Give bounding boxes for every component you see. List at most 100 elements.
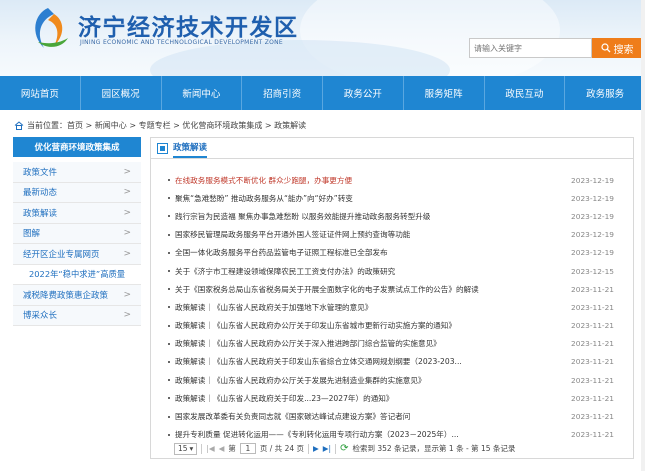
nav-item-services-matrix[interactable]: 服务矩阵	[404, 76, 485, 110]
logo-emblem-icon[interactable]	[24, 4, 72, 54]
search-input[interactable]	[469, 38, 592, 58]
news-title: 提升专利质量 促进转化运用——《专利转化运用专项行动方案（2023－2025年）…	[168, 429, 459, 440]
list-item[interactable]: 政策解读｜《山东省人民政府办公厅关于发展先进制造业集群的实施意见》 2023-11…	[168, 371, 614, 389]
news-title: 聚焦“急难愁盼” 推动政务服务从“能办”向“好办”转变	[168, 193, 353, 204]
news-title-text[interactable]: 政策解读｜《山东省人民政府办公厅关于印发山东省城市更新行动实施方案的通知》	[175, 320, 456, 331]
sidebar-item-latest[interactable]: 最新动态 >	[13, 182, 141, 203]
bullet-icon	[168, 360, 170, 363]
news-date: 2023-12-19	[571, 175, 614, 185]
list-item[interactable]: 聚焦“急难愁盼” 推动政务服务从“能办”向“好办”转变 2023-12-19	[168, 189, 614, 207]
list-item[interactable]: 在线政务服务模式不断优化 群众少跑腿，办事更方便 2023-12-19	[168, 171, 614, 189]
breadcrumb-text[interactable]: 当前位置：首页 > 新闻中心 > 专题专栏 > 优化营商环境政策集成 > 政策解…	[27, 120, 306, 131]
list-item[interactable]: 政策解读｜《山东省人民政府关于印发山东省综合立体交通网规划纲要（2023-203…	[168, 353, 614, 371]
nav-item-news[interactable]: 新闻中心	[162, 76, 243, 110]
nav-item-home[interactable]: 网站首页	[0, 76, 81, 110]
next-page-icon[interactable]: ▶	[313, 444, 319, 453]
sidebar-item-interpretation[interactable]: 政策解读 >	[13, 203, 141, 224]
news-title-text[interactable]: 关于《济宁市工程建设领域保障农民工工资支付办法》的政策研究	[175, 266, 395, 277]
sidebar-item-enterprise-pages[interactable]: 经开区企业专属网页 >	[13, 244, 141, 265]
page-total: 页 / 共 24 页	[259, 444, 304, 453]
bullet-icon	[168, 433, 170, 436]
chevron-right-icon: >	[123, 166, 131, 177]
news-title-text[interactable]: 政策解读｜《山东省人民政府办公厅关于发展先进制造业集群的实施意见》	[175, 375, 426, 386]
news-date: 2023-11-21	[571, 375, 614, 385]
news-title-text[interactable]: 聚焦“急难愁盼” 推动政务服务从“能办”向“好办”转变	[175, 193, 353, 204]
news-title: 政策解读｜《山东省人民政府关于印发山东省综合立体交通网规划纲要（2023-203…	[168, 356, 462, 367]
news-title-text[interactable]: 全国一体化政务服务平台药品监管电子证照工程标准已全部发布	[175, 247, 388, 258]
bullet-icon	[168, 270, 170, 273]
sidebar-item-label: 经开区企业专属网页	[23, 249, 100, 260]
news-title: 政策解读｜《山东省人民政府关于加强地下水管理的意见》	[168, 302, 372, 313]
news-date: 2023-12-19	[571, 230, 614, 240]
list-item[interactable]: 政策解读｜《山东省人民政府办公厅关于印发山东省城市更新行动实施方案的通知》 202…	[168, 317, 614, 335]
last-page-icon[interactable]: ▶|	[323, 444, 331, 453]
divider	[335, 443, 337, 454]
list-item[interactable]: 践行宗旨为民造福 聚焦办事急难愁盼 以服务效能提升推动政务服务转型升级 2023-…	[168, 207, 614, 225]
news-title-text[interactable]: 践行宗旨为民造福 聚焦办事急难愁盼 以服务效能提升推动政务服务转型升级	[175, 211, 430, 222]
sidebar-item-tax-relief[interactable]: 减税降费政策惠企政策 >	[13, 285, 141, 306]
list-item[interactable]: 关于《国家税务总局山东省税务局关于开展全面数字化的电子发票试点工作的公告》的解读…	[168, 280, 614, 298]
news-title-text[interactable]: 在线政务服务模式不断优化 群众少跑腿，办事更方便	[175, 175, 352, 186]
nav-item-investment[interactable]: 招商引资	[242, 76, 323, 110]
news-date: 2023-11-21	[571, 412, 614, 422]
chevron-right-icon: >	[123, 289, 131, 300]
breadcrumb: 当前位置：首页 > 新闻中心 > 专题专栏 > 优化营商环境政策集成 > 政策解…	[14, 120, 306, 131]
news-title-text[interactable]: 关于《国家税务总局山东省税务局关于开展全面数字化的电子发票试点工作的公告》的解读	[175, 284, 479, 295]
site-title[interactable]: 济宁经济技术开发区	[78, 8, 299, 42]
news-title: 践行宗旨为民造福 聚焦办事急难愁盼 以服务效能提升推动政务服务转型升级	[168, 211, 430, 222]
news-title-text[interactable]: 国家发展改革委有关负责同志就《国家碳达峰试点建设方案》答记者问	[175, 411, 410, 422]
sidebar-item-label: 最新动态	[23, 188, 58, 199]
news-title: 国家发展改革委有关负责同志就《国家碳达峰试点建设方案》答记者问	[168, 411, 410, 422]
news-date: 2023-11-21	[571, 357, 614, 367]
news-title: 在线政务服务模式不断优化 群众少跑腿，办事更方便	[168, 175, 352, 186]
list-item[interactable]: 政策解读｜《山东省人民政府办公厅关于深入推进跨部门综合监管的实施意见》 2023-…	[168, 335, 614, 353]
sidebar-item-best-practices[interactable]: 博采众长 >	[13, 305, 141, 326]
nav-item-interaction[interactable]: 政民互动	[485, 76, 566, 110]
news-title-text[interactable]: 国家移民管理局政务服务平台开通外国人签证证件网上预约查询等功能	[175, 229, 410, 240]
list-item[interactable]: 政策解读｜《山东省人民政府关于加强地下水管理的意见》 2023-11-21	[168, 298, 614, 316]
list-item[interactable]: 关于《济宁市工程建设领域保障农民工工资支付办法》的政策研究 2023-12-15	[168, 262, 614, 280]
search-button[interactable]: 搜索	[592, 38, 642, 58]
news-title: 关于《济宁市工程建设领域保障农民工工资支付办法》的政策研究	[168, 266, 395, 277]
bullet-icon	[168, 415, 170, 418]
tab-icon	[157, 142, 168, 154]
page-number-input[interactable]: 1	[239, 443, 256, 454]
sidebar-item-label: 政策解读	[23, 208, 58, 219]
news-date: 2023-11-21	[571, 393, 614, 403]
list-item[interactable]: 国家发展改革委有关负责同志就《国家碳达峰试点建设方案》答记者问 2023-11-2…	[168, 407, 614, 425]
divider	[308, 443, 309, 454]
news-date: 2023-11-21	[571, 321, 614, 331]
page-size-value: 15	[178, 444, 188, 453]
prev-page-icon[interactable]: ◀	[219, 444, 225, 453]
tab-policy-interpretation[interactable]: 政策解读	[173, 141, 208, 158]
main-nav: 网站首页 园区概况 新闻中心 招商引资 政务公开 服务矩阵 政民互动 政务服务	[0, 76, 645, 110]
sidebar-item-label: 博采众长	[23, 311, 58, 322]
page-size-select[interactable]: 15 ▾	[174, 442, 198, 455]
list-item[interactable]: 国家移民管理局政务服务平台开通外国人签证证件网上预约查询等功能 2023-12-1…	[168, 226, 614, 244]
nav-item-gov-services[interactable]: 政务服务	[565, 76, 645, 110]
news-title-text[interactable]: 政策解读｜《山东省人民政府办公厅关于深入推进跨部门综合监管的实施意见》	[175, 338, 441, 349]
news-title: 国家移民管理局政务服务平台开通外国人签证证件网上预约查询等功能	[168, 229, 410, 240]
nav-item-overview[interactable]: 园区概况	[81, 76, 162, 110]
news-title-text[interactable]: 政策解读｜《山东省人民政府关于印发山东省综合立体交通网规划纲要（2023-203…	[175, 356, 462, 367]
panel-header: 政策解读	[151, 138, 633, 159]
refresh-icon[interactable]: ⟳	[340, 443, 348, 454]
first-page-icon[interactable]: |◀	[206, 444, 214, 453]
news-title-text[interactable]: 政策解读｜《山东省人民政府关于加强地下水管理的意见》	[175, 302, 372, 313]
page-scrollbar[interactable]	[641, 0, 645, 471]
news-title-text[interactable]: 政策解读｜《山东省人民政府关于印发...23—2027年）的通知》	[175, 393, 393, 404]
list-item[interactable]: 全国一体化政务服务平台药品监管电子证照工程标准已全部发布 2023-12-19	[168, 244, 614, 262]
list-item[interactable]: 政策解读｜《山东省人民政府关于印发...23—2027年）的通知》 2023-11…	[168, 389, 614, 407]
pager-summary: 检索到 352 条记录，显示第 1 条 - 第 15 条记录	[352, 444, 516, 453]
sidebar-item-policy-docs[interactable]: 政策文件 >	[13, 162, 141, 183]
news-title: 关于《国家税务总局山东省税务局关于开展全面数字化的电子发票试点工作的公告》的解读	[168, 284, 479, 295]
sidebar-item-label: 政策文件	[23, 167, 58, 178]
nav-item-disclosure[interactable]: 政务公开	[323, 76, 404, 110]
bullet-icon	[168, 306, 170, 309]
sidebar-item-graphics[interactable]: 图解 >	[13, 223, 141, 244]
news-title-text[interactable]: 提升专利质量 促进转化运用——《专利转化运用专项行动方案（2023－2025年）…	[175, 429, 459, 440]
news-date: 2023-12-15	[571, 266, 614, 276]
sidebar-item-2022-progress[interactable]: 2022年“稳中求进”高质量	[13, 264, 141, 285]
site-header: 济宁经济技术开发区 JINING ECONOMIC AND TECHNOLOGI…	[0, 0, 645, 76]
bullet-icon	[168, 251, 170, 254]
